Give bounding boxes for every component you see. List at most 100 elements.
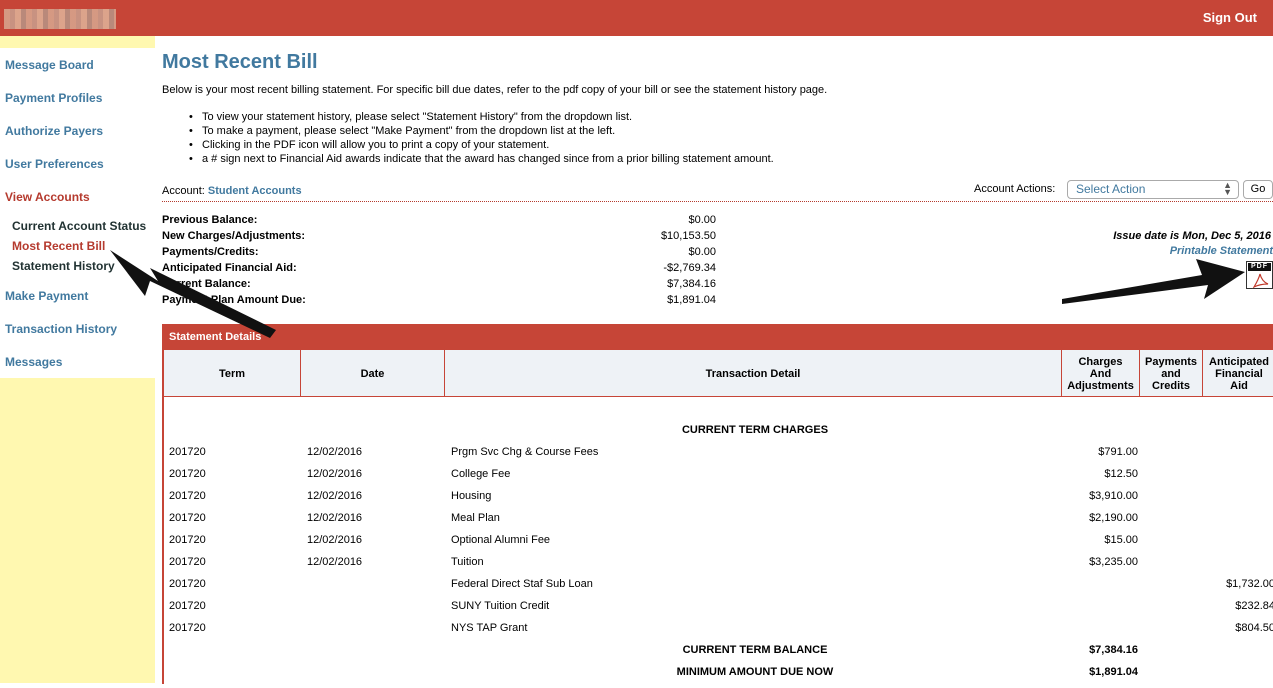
cell-detail: Housing xyxy=(451,490,492,502)
cell-charges: $2,190.00 xyxy=(1089,512,1138,524)
sign-out-link[interactable]: Sign Out xyxy=(1203,10,1257,25)
table-row: 201720 12/02/2016 Prgm Svc Chg & Course Fe… xyxy=(164,446,1273,468)
cell-charges: $12.50 xyxy=(1104,468,1138,480)
summary-value: $10,153.50 xyxy=(660,230,716,242)
issue-date: Issue date is Mon, Dec 5, 2016 xyxy=(1113,230,1271,242)
summary-value: -$2,769.34 xyxy=(663,262,716,274)
cell-date: 12/02/2016 xyxy=(307,446,363,458)
summary-row: Payments/Credits: $0.00 xyxy=(162,246,722,262)
cell-term: 201720 xyxy=(169,622,206,634)
cell-detail: College Fee xyxy=(451,468,511,480)
cell-charges: $3,910.00 xyxy=(1089,490,1138,502)
column-header-date: Date xyxy=(301,350,445,397)
cell-term: 201720 xyxy=(169,600,206,612)
account-actions-select[interactable]: Select Action ▲ ▼ xyxy=(1067,180,1239,199)
summary-label: Current Balance: xyxy=(162,278,251,290)
cell-aid: $804.50 xyxy=(1235,622,1273,634)
table-row: 201720 SUNY Tuition Credit $232.84 xyxy=(164,600,1273,622)
cell-date: 12/02/2016 xyxy=(307,512,363,524)
pdf-icon-label: PDF xyxy=(1248,263,1271,271)
section-title: CURRENT TERM CHARGES xyxy=(681,424,829,436)
sidebar-subitem-statement-history[interactable]: Statement History xyxy=(12,259,115,273)
cell-term: 201720 xyxy=(169,446,206,458)
total-value: $1,891.04 xyxy=(1089,666,1138,678)
account-summary: Previous Balance: $0.00 New Charges/Adjus… xyxy=(162,214,722,310)
cell-term: 201720 xyxy=(169,556,206,568)
cell-charges: $791.00 xyxy=(1098,446,1138,458)
cell-date: 12/02/2016 xyxy=(307,490,363,502)
cell-charges: $3,235.00 xyxy=(1089,556,1138,568)
sidebar-item-make-payment[interactable]: Make Payment xyxy=(5,289,88,303)
sidebar-item-messages[interactable]: Messages xyxy=(5,355,62,369)
go-button[interactable]: Go xyxy=(1243,180,1273,199)
sidebar-subitem-most-recent-bill[interactable]: Most Recent Bill xyxy=(12,239,105,253)
cell-detail: Federal Direct Staf Sub Loan xyxy=(451,578,593,590)
statement-details: Statement Details Term Date Transaction … xyxy=(162,324,1273,684)
sidebar-subitem-current-account-status[interactable]: Current Account Status xyxy=(12,219,146,233)
sidebar-top-band xyxy=(0,36,155,48)
summary-value: $0.00 xyxy=(688,246,716,258)
instruction-list: To view your statement history, please s… xyxy=(184,110,774,166)
cell-detail: NYS TAP Grant xyxy=(451,622,528,634)
summary-label: Previous Balance: xyxy=(162,214,258,226)
cell-aid: $1,732.00 xyxy=(1226,578,1273,590)
column-header-payments: Payments and Credits xyxy=(1140,350,1203,397)
summary-value: $1,891.04 xyxy=(667,294,716,306)
logo xyxy=(4,9,116,29)
summary-label: Anticipated Financial Aid: xyxy=(162,262,297,274)
cell-detail: Tuition xyxy=(451,556,484,568)
instruction-item: Clicking in the PDF icon will allow you … xyxy=(184,138,774,152)
cell-detail: SUNY Tuition Credit xyxy=(451,600,550,612)
table-row: 201720 NYS TAP Grant $804.50 xyxy=(164,622,1273,644)
cell-charges: $15.00 xyxy=(1104,534,1138,546)
page-title: Most Recent Bill xyxy=(162,51,318,73)
select-arrows-icon: ▲ ▼ xyxy=(1223,180,1232,197)
acrobat-logo-icon xyxy=(1252,273,1269,289)
summary-value: $0.00 xyxy=(688,214,716,226)
cell-term: 201720 xyxy=(169,578,206,590)
cell-date: 12/02/2016 xyxy=(307,556,363,568)
summary-row: Payment Plan Amount Due: $1,891.04 xyxy=(162,294,722,310)
total-row: CURRENT TERM BALANCE $7,384.16 xyxy=(164,644,1273,666)
summary-label: New Charges/Adjustments: xyxy=(162,230,306,242)
printable-statement-link[interactable]: Printable Statement xyxy=(1170,245,1273,257)
instruction-item: a # sign next to Financial Aid awards in… xyxy=(184,152,774,166)
total-row: MINIMUM AMOUNT DUE NOW $1,891.04 xyxy=(164,666,1273,688)
sidebar-item-transaction-history[interactable]: Transaction History xyxy=(5,322,117,336)
sidebar-item-view-accounts[interactable]: View Accounts xyxy=(5,190,90,204)
summary-label: Payment Plan Amount Due: xyxy=(162,294,306,306)
total-value: $7,384.16 xyxy=(1089,644,1138,656)
account-row: Account: Student Accounts Account Action… xyxy=(162,180,1273,202)
top-bar: Sign Out xyxy=(0,0,1273,36)
cell-term: 201720 xyxy=(169,490,206,502)
account-label-text: Account: xyxy=(162,185,205,197)
statement-details-header: Statement Details xyxy=(164,324,1273,350)
column-header-charges: Charges And Adjustments xyxy=(1062,350,1140,397)
cell-detail: Optional Alumni Fee xyxy=(451,534,551,546)
summary-row: Previous Balance: $0.00 xyxy=(162,214,722,230)
cell-term: 201720 xyxy=(169,534,206,546)
sidebar-item-user-preferences[interactable]: User Preferences xyxy=(5,157,104,171)
column-header-anticipated-aid: Anticipated Financial Aid xyxy=(1209,355,1269,392)
account-actions-select-value: Select Action xyxy=(1076,182,1146,196)
table-row: 201720 12/02/2016 College Fee $12.50 xyxy=(164,468,1273,490)
summary-label: Payments/Credits: xyxy=(162,246,259,258)
sidebar-item-authorize-payers[interactable]: Authorize Payers xyxy=(5,124,103,138)
column-header-transaction-detail: Transaction Detail xyxy=(445,350,1062,397)
cell-term: 201720 xyxy=(169,468,206,480)
arrow-to-pdf-icon xyxy=(1062,259,1245,304)
cell-detail: Prgm Svc Chg & Course Fees xyxy=(451,446,599,458)
pdf-icon[interactable]: PDF xyxy=(1246,261,1273,289)
total-label: MINIMUM AMOUNT DUE NOW xyxy=(676,666,834,678)
sidebar-item-message-board[interactable]: Message Board xyxy=(5,58,94,72)
table-row: 201720 12/02/2016 Housing $3,910.00 xyxy=(164,490,1273,512)
summary-row: Anticipated Financial Aid: -$2,769.34 xyxy=(162,262,722,278)
total-label: CURRENT TERM BALANCE xyxy=(682,644,828,656)
table-header-row: Term Date Transaction Detail Charges And A… xyxy=(164,350,1273,397)
cell-detail: Meal Plan xyxy=(451,512,500,524)
account-actions-label: Account Actions: xyxy=(974,183,1056,195)
intro-text: Below is your most recent billing statem… xyxy=(162,84,828,96)
sidebar-bottom-band xyxy=(0,378,155,683)
sidebar-item-payment-profiles[interactable]: Payment Profiles xyxy=(5,91,102,105)
table-row: 201720 12/02/2016 Tuition $3,235.00 xyxy=(164,556,1273,578)
